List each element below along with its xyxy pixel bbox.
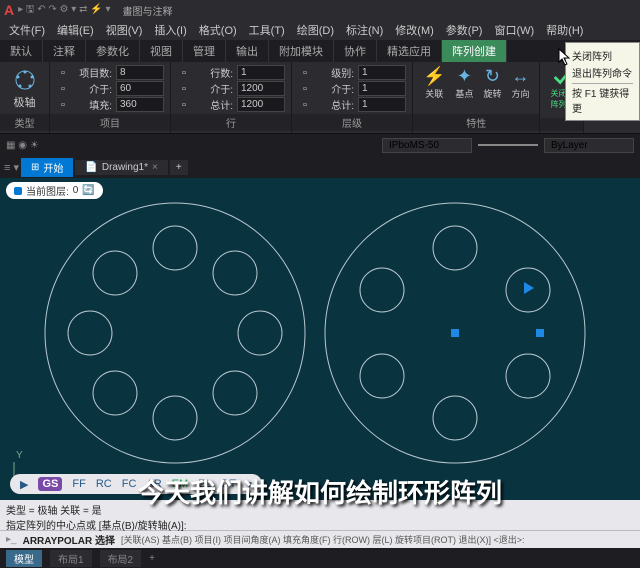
menu-item[interactable]: 插入(I)	[149, 20, 191, 40]
document-tabs[interactable]: ≡ ▾ ⊞开始 📄Drawing1*× +	[0, 156, 640, 178]
panel-items: ▫项目数:▫介于:▫填充:项目	[50, 62, 171, 133]
ribbon-tab[interactable]: 协作	[334, 40, 377, 62]
menu-item[interactable]: 帮助(H)	[541, 20, 588, 40]
ribbon-tab[interactable]: 视图	[140, 40, 183, 62]
menu-item[interactable]: 窗口(W)	[489, 20, 539, 40]
tab-model[interactable]: 模型	[6, 550, 42, 567]
ribbon-button[interactable]: ✦基点	[451, 64, 477, 102]
title-bar: A ▸ 🖫 ↶ ↷ ⚙ ▾ ⇄ ⚡ ▾ 畫图与注释	[0, 0, 640, 20]
tab-layout1[interactable]: 布局1	[50, 550, 92, 567]
drawing-canvas[interactable]: 当前图层:0🔄 Y ▶GS FFRCFCAREMELDT▾	[0, 178, 640, 500]
panel-levels: ▫级别:▫介于:▫总计:层级	[292, 62, 413, 133]
ribbon-field[interactable]	[237, 65, 285, 80]
ribbon-field[interactable]	[116, 97, 164, 112]
panel-type: 极轴 类型	[0, 62, 50, 133]
panel-rows: ▫行数:▫介于:▫总计:行	[171, 62, 292, 133]
layer-combo[interactable]	[544, 138, 634, 153]
tab-drawing[interactable]: 📄Drawing1*×	[75, 160, 167, 175]
ribbon-tab[interactable]: 注释	[43, 40, 86, 62]
ribbon-button[interactable]: ↻旋转	[479, 64, 505, 102]
status-bar[interactable]: 模型 布局1 布局2 +	[0, 548, 640, 568]
ribbon-tabs[interactable]: 默认注释参数化视图管理输出附加模块协作精选应用阵列创建	[0, 40, 640, 62]
command-history: 类型 = 极轴 关联 = 是 指定阵列的中心点或 [基点(B)/旋转轴(A)]:	[0, 500, 640, 530]
svg-text:Y: Y	[16, 450, 23, 461]
title-hint: 畫图与注释	[122, 3, 172, 18]
ribbon-tab[interactable]: 默认	[0, 40, 43, 62]
menu-item[interactable]: 绘图(D)	[292, 20, 339, 40]
ribbon-field[interactable]	[358, 65, 406, 80]
ribbon-field[interactable]	[237, 81, 285, 96]
tab-layout2[interactable]: 布局2	[100, 550, 142, 567]
tab-start[interactable]: ⊞开始	[21, 158, 73, 177]
ribbon-tab[interactable]: 输出	[226, 40, 269, 62]
ribbon-tab[interactable]: 精选应用	[377, 40, 442, 62]
qat-icons[interactable]: ▸ 🖫 ↶ ↷ ⚙ ▾ ⇄ ⚡ ▾	[18, 2, 110, 19]
ribbon-field[interactable]	[116, 81, 164, 96]
command-input[interactable]: ▸_ARRAYPOLAR 选择[关联(AS) 基点(B) 项目(I) 项目间角度…	[0, 530, 640, 548]
drawing-svg: Y	[0, 178, 640, 500]
menu-item[interactable]: 标注(N)	[341, 20, 388, 40]
linetype-combo[interactable]	[382, 138, 472, 153]
ribbon-button[interactable]: ↔方向	[507, 64, 533, 102]
menu-item[interactable]: 工具(T)	[244, 20, 290, 40]
menu-item[interactable]: 格式(O)	[194, 20, 242, 40]
ribbon-field[interactable]	[358, 97, 406, 112]
ribbon-tab[interactable]: 参数化	[86, 40, 140, 62]
command-shortcuts[interactable]: ▶GS FFRCFCAREMELDT▾	[10, 474, 262, 494]
ribbon-tab[interactable]: 附加模块	[269, 40, 334, 62]
menu-item[interactable]: 参数(P)	[441, 20, 488, 40]
ribbon: 极轴 类型 ▫项目数:▫介于:▫填充:项目 ▫行数:▫介于:▫总计:行 ▫级别:…	[0, 62, 640, 134]
ribbon-field[interactable]	[237, 97, 285, 112]
app-logo: A	[4, 2, 14, 18]
menu-item[interactable]: 文件(F)	[4, 20, 50, 40]
panel-props: ⚡关联✦基点↻旋转↔方向 特性	[413, 62, 540, 133]
ribbon-tab-active[interactable]: 阵列创建	[442, 40, 507, 62]
menu-bar[interactable]: 文件(F)编辑(E)视图(V)插入(I)格式(O)工具(T)绘图(D)标注(N)…	[0, 20, 640, 40]
menu-item[interactable]: 修改(M)	[390, 20, 439, 40]
ribbon-field[interactable]	[358, 81, 406, 96]
tooltip-close-array: 关闭阵列 退出阵列命令 按 F1 键获得更	[565, 42, 640, 121]
ribbon-button[interactable]: ⚡关联	[419, 64, 449, 102]
quick-access-bar[interactable]: ▦ ◉ ☀	[0, 134, 640, 156]
ribbon-field[interactable]	[116, 65, 164, 80]
polar-array-button[interactable]: 极轴	[6, 64, 43, 114]
layer-icon[interactable]: ▦ ◉ ☀	[6, 140, 39, 151]
menu-item[interactable]: 编辑(E)	[52, 20, 99, 40]
tab-new[interactable]: +	[170, 160, 188, 175]
menu-item[interactable]: 视图(V)	[101, 20, 148, 40]
ribbon-tab[interactable]: 管理	[183, 40, 226, 62]
